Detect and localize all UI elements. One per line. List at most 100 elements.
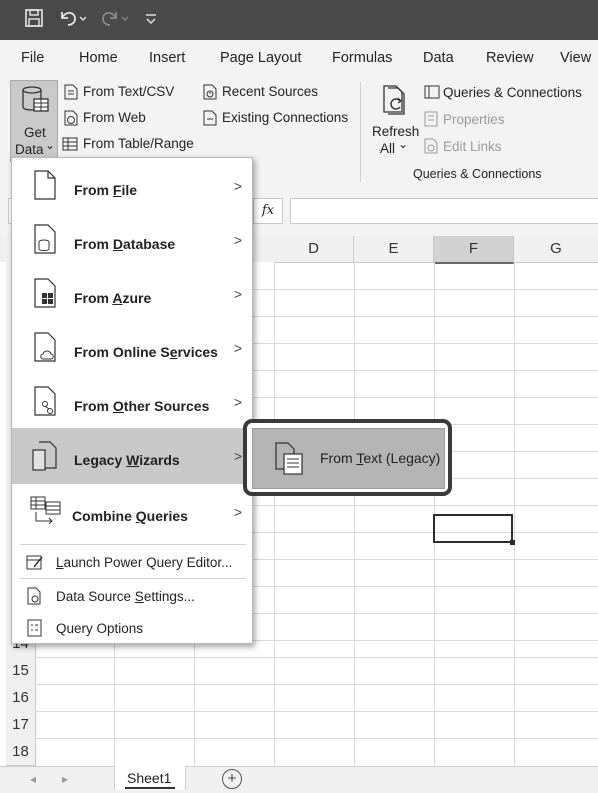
- recent-sources-button[interactable]: Recent Sources: [222, 84, 318, 99]
- existing-connections-icon: [203, 110, 217, 126]
- chevron-right-icon: >: [233, 232, 242, 248]
- existing-connections-button[interactable]: Existing Connections: [222, 110, 348, 125]
- gridline: [514, 262, 515, 768]
- gridline: [35, 657, 598, 658]
- row-header-18[interactable]: 18: [6, 738, 36, 766]
- data-source-settings-icon: [27, 587, 43, 610]
- properties-button[interactable]: Properties: [443, 112, 505, 127]
- scroll-right-icon[interactable]: ▸: [62, 772, 68, 786]
- menu-item-label: Query Options: [56, 621, 144, 636]
- legacy-wizard-icon: [32, 441, 58, 476]
- text-file-icon: [275, 442, 305, 481]
- add-sheet-button[interactable]: +: [222, 769, 242, 789]
- row-header-17[interactable]: 17: [6, 711, 36, 739]
- edit-links-button[interactable]: Edit Links: [443, 139, 502, 154]
- from-web-button[interactable]: From Web: [83, 110, 146, 125]
- gridline: [354, 262, 355, 768]
- column-header-d[interactable]: D: [274, 236, 354, 263]
- menu-item-from-azure[interactable]: From Azure >: [12, 266, 252, 320]
- redo-icon[interactable]: [100, 8, 130, 34]
- tab-data[interactable]: Data: [423, 50, 454, 66]
- column-header-e[interactable]: E: [354, 236, 434, 263]
- scroll-left-icon[interactable]: ◂: [30, 772, 36, 786]
- get-data-label-1: Get: [24, 125, 46, 140]
- tab-view[interactable]: View: [560, 50, 591, 66]
- azure-icon: [34, 278, 58, 313]
- menu-item-label: Legacy Wizards: [74, 452, 180, 468]
- sheet-tab-bar: ◂ ▸ Sheet1 +: [0, 766, 598, 793]
- other-sources-icon: [34, 386, 58, 421]
- row-header-16[interactable]: 16: [6, 684, 36, 712]
- menu-item-label: From Azure: [74, 290, 152, 306]
- tab-page-layout[interactable]: Page Layout: [220, 50, 301, 66]
- customize-qat-icon[interactable]: [144, 8, 158, 34]
- gridline: [274, 262, 275, 768]
- menu-item-label: Launch Power Query Editor...: [56, 555, 233, 570]
- formula-input[interactable]: [290, 198, 598, 224]
- submenu-item-label: From Text (Legacy): [320, 450, 441, 466]
- column-header-f[interactable]: F: [434, 236, 514, 264]
- save-icon[interactable]: [24, 8, 44, 34]
- active-cell[interactable]: [433, 514, 513, 543]
- ribbon-tabs: File Home Insert Page Layout Formulas Da…: [0, 40, 598, 112]
- menu-item-from-text-legacy[interactable]: From Text (Legacy): [252, 428, 445, 489]
- menu-item-label: Data Source Settings...: [56, 589, 195, 604]
- database-table-icon: [20, 85, 50, 120]
- menu-separator: [20, 578, 246, 579]
- title-bar: [0, 0, 598, 40]
- fill-handle[interactable]: [510, 540, 515, 545]
- row-header-15[interactable]: 15: [6, 657, 36, 685]
- menu-item-from-database[interactable]: From Database >: [12, 212, 252, 266]
- column-header-g[interactable]: G: [514, 236, 598, 263]
- from-table-range-button[interactable]: From Table/Range: [83, 136, 194, 151]
- text-csv-icon: [64, 84, 78, 100]
- chevron-right-icon: >: [233, 394, 242, 410]
- web-icon: [64, 110, 78, 126]
- legacy-wizards-submenu: From Text (Legacy): [243, 419, 452, 496]
- chevron-right-icon: >: [233, 178, 242, 194]
- table-range-icon: [62, 136, 78, 152]
- refresh-label-2: All: [380, 141, 396, 156]
- queries-connections-group-label: Queries & Connections: [413, 167, 542, 181]
- from-text-csv-button[interactable]: From Text/CSV: [83, 84, 174, 99]
- properties-icon: [424, 111, 438, 127]
- get-data-label-2: Data: [15, 142, 44, 157]
- query-options-icon: [27, 619, 43, 642]
- menu-item-from-online-services[interactable]: From Online Services >: [12, 320, 252, 374]
- queries-connections-icon: [424, 84, 440, 100]
- menu-item-from-file[interactable]: From File >: [12, 158, 252, 212]
- sheet-tab-sheet1[interactable]: Sheet1: [114, 766, 186, 790]
- menu-item-launch-power-query-editor[interactable]: Launch Power Query Editor...: [12, 546, 252, 578]
- group-divider: [360, 82, 361, 182]
- edit-links-icon: [424, 138, 438, 154]
- gridline: [35, 684, 598, 685]
- sheet-tab-underline: [125, 787, 175, 789]
- menu-item-data-source-settings[interactable]: Data Source Settings...: [12, 580, 252, 612]
- tab-review[interactable]: Review: [486, 50, 534, 66]
- chevron-down-icon: ⌄: [45, 138, 56, 152]
- refresh-all-button[interactable]: Refresh All ⌄: [370, 80, 420, 160]
- refresh-label-1: Refresh: [372, 124, 420, 139]
- get-data-button[interactable]: Get Data ⌄: [10, 80, 58, 162]
- refresh-icon: [380, 84, 410, 121]
- menu-item-from-other-sources[interactable]: From Other Sources >: [12, 374, 252, 428]
- combine-queries-icon: [30, 496, 62, 533]
- menu-separator: [20, 544, 246, 545]
- menu-item-legacy-wizards[interactable]: Legacy Wizards >: [12, 428, 252, 484]
- menu-item-label: From Online Services: [74, 344, 218, 360]
- get-data-menu: From File > From Database > From Azure >…: [11, 157, 253, 644]
- menu-item-combine-queries[interactable]: Combine Queries >: [12, 484, 252, 540]
- chevron-right-icon: >: [233, 340, 242, 356]
- sheet-tab-label: Sheet1: [127, 770, 172, 786]
- insert-function-button[interactable]: fx: [253, 198, 283, 224]
- chevron-right-icon: >: [233, 504, 242, 520]
- menu-item-query-options[interactable]: Query Options: [12, 612, 252, 644]
- queries-connections-button[interactable]: Queries & Connections: [443, 85, 582, 100]
- tab-insert[interactable]: Insert: [149, 50, 185, 66]
- chevron-right-icon: >: [233, 286, 242, 302]
- tab-formulas[interactable]: Formulas: [332, 50, 392, 66]
- tab-file[interactable]: File: [21, 50, 44, 66]
- menu-item-label: From Database: [74, 236, 176, 252]
- undo-icon[interactable]: [58, 8, 88, 34]
- tab-home[interactable]: Home: [79, 50, 118, 66]
